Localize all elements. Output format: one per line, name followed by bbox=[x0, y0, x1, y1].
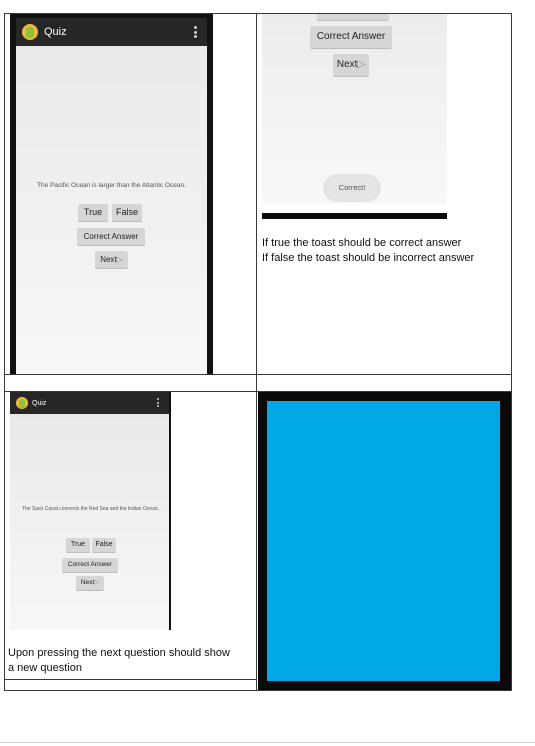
partial-buttons-top bbox=[317, 14, 389, 20]
next-button[interactable]: Next▷ bbox=[76, 576, 104, 590]
app-content: The Suez Canal connects the Red Sea and … bbox=[10, 414, 169, 630]
correct-answer-button[interactable]: Correct Answer bbox=[310, 26, 392, 48]
page-footer-line bbox=[0, 742, 535, 743]
correct-answer-button[interactable]: Correct Answer bbox=[77, 228, 145, 245]
phone-screen-3: Quiz The Suez Canal connects the Red Sea… bbox=[10, 392, 169, 630]
table-row-divider-3 bbox=[4, 679, 256, 680]
caption-next-question: Upon pressing the next question should s… bbox=[8, 646, 253, 676]
overflow-menu-icon[interactable] bbox=[157, 398, 159, 407]
correct-answer-button[interactable]: Correct Answer bbox=[62, 558, 118, 572]
false-button[interactable]: False bbox=[112, 204, 142, 221]
caption-line-2: If false the toast should be incorrect a… bbox=[262, 252, 475, 264]
blue-panel bbox=[267, 401, 500, 681]
table-border-right bbox=[511, 13, 512, 691]
next-label: Next bbox=[100, 255, 117, 264]
table-border-bottom bbox=[4, 690, 512, 691]
next-label: Next bbox=[336, 59, 358, 70]
app-title: Quiz bbox=[44, 26, 67, 38]
next-arrow-icon: ▷ bbox=[94, 579, 100, 586]
next-label: Next bbox=[80, 579, 95, 586]
phone-screen-1: Quiz The Pacific Ocean is larger than th… bbox=[16, 14, 207, 374]
caption-line-2: a new question bbox=[8, 662, 82, 674]
next-button[interactable]: Next▷ bbox=[333, 54, 369, 76]
app-content: The Pacific Ocean is larger than the Atl… bbox=[16, 46, 207, 374]
action-bar: Quiz bbox=[10, 392, 169, 414]
next-arrow-icon: ▷ bbox=[116, 255, 123, 264]
toast-message: Correct! bbox=[323, 174, 381, 202]
android-app-icon bbox=[16, 397, 28, 409]
table-border-left bbox=[4, 13, 5, 691]
table-column-divider bbox=[256, 13, 257, 691]
true-button[interactable]: True bbox=[78, 204, 108, 221]
true-button[interactable]: True bbox=[66, 538, 90, 552]
false-button[interactable]: False bbox=[92, 538, 116, 552]
caption-line-1: If true the toast should be correct answ… bbox=[262, 237, 462, 249]
app-title: Quiz bbox=[32, 399, 47, 407]
android-app-icon bbox=[22, 24, 38, 40]
question-text: The Suez Canal connects the Red Sea and … bbox=[22, 506, 160, 512]
action-bar: Quiz bbox=[16, 18, 207, 46]
question-text: The Pacific Ocean is larger than the Atl… bbox=[37, 182, 186, 189]
table-row-divider bbox=[4, 374, 512, 375]
next-arrow-icon: ▷ bbox=[357, 59, 366, 70]
caption-toast-rule: If true the toast should be correct answ… bbox=[262, 236, 474, 266]
overflow-menu-icon[interactable] bbox=[194, 26, 197, 38]
next-button[interactable]: Next▷ bbox=[95, 251, 128, 268]
black-divider-bar bbox=[262, 213, 447, 219]
document-table: Quiz The Pacific Ocean is larger than th… bbox=[0, 0, 535, 746]
caption-line-1: Upon pressing the next question should s… bbox=[8, 647, 230, 659]
phone-screen-2: Correct Answer Next▷ Correct! bbox=[262, 14, 447, 204]
